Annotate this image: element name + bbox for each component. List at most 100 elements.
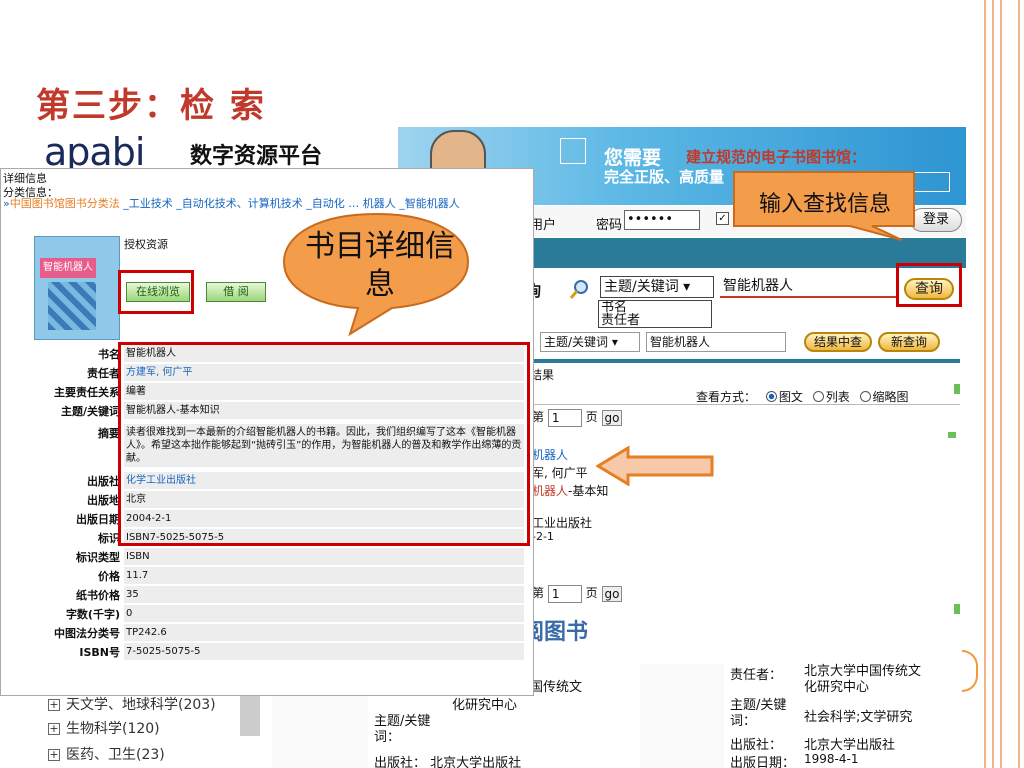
book-cover-pattern: [48, 282, 96, 330]
book1-org: 化研究中心: [452, 698, 518, 713]
callout-book-detail-text: 书目详细信息: [305, 229, 455, 302]
expand-icon[interactable]: +: [48, 749, 60, 761]
dropdown-option[interactable]: 责任者: [601, 314, 711, 327]
platform-name: 数字资源平台: [190, 144, 323, 169]
detail-field-label: 纸书价格: [76, 589, 120, 602]
callout-input-search-text: 输入查找信息: [758, 192, 891, 217]
search-field-select[interactable]: 主题/关键词 ▾: [600, 276, 714, 298]
tree-item[interactable]: + 生物科学(120): [48, 718, 160, 738]
banner-decoration: [560, 138, 586, 164]
result-author: 军, 何广平: [532, 466, 588, 480]
view-radio-list[interactable]: [812, 391, 824, 402]
expand-icon[interactable]: +: [48, 699, 60, 711]
book2-publisher-label: 出版社：: [730, 738, 783, 753]
detail-field-row: ISBN号 7-5025-5075-5: [0, 643, 534, 661]
page-number-input[interactable]: 1: [547, 584, 582, 603]
detail-field-value: 7-5025-5075-5: [124, 643, 524, 660]
left-arrow-icon: [596, 446, 714, 486]
book-cover-title: 智能机器人: [40, 258, 96, 278]
slide-side-stripes: [982, 0, 1024, 768]
scroll-marker: [954, 604, 960, 614]
book2-author-label: 责任者：: [730, 668, 783, 683]
detail-field-value: TP242.6: [124, 624, 524, 641]
category-prefix: »: [3, 197, 10, 210]
detail-field-label: 字数(千字): [65, 608, 120, 621]
borrow-button[interactable]: 借 阅: [206, 282, 266, 302]
search-input[interactable]: 智能机器人: [720, 276, 896, 298]
tree-item[interactable]: + 天文学、地球科学(203): [48, 694, 216, 714]
scroll-marker: [954, 384, 960, 394]
detail-field-value: ISBN: [124, 548, 524, 565]
pager-top: 第 1 页 go: [532, 408, 623, 427]
go-button[interactable]: go: [601, 585, 623, 602]
remember-checkbox[interactable]: ✓: [716, 212, 729, 225]
detail-field-label: 责任者: [87, 367, 120, 380]
view-mode-label: 查看方式：: [696, 390, 757, 404]
book2-author: 北京大学中国传统文 化研究中心: [804, 664, 922, 695]
expand-icon[interactable]: +: [48, 723, 60, 735]
detail-field-label: 书名: [98, 348, 120, 361]
category-path-links[interactable]: _工业技术 _自动化技术、计算机技术 _自动化 … 机器人 _智能机器人: [120, 197, 460, 210]
detail-field-value: 11.7: [124, 567, 524, 584]
category-breadcrumb: »中国图书馆图书分类法 _工业技术 _自动化技术、计算机技术 _自动化 … 机器…: [3, 198, 531, 210]
go-button[interactable]: go: [601, 409, 623, 426]
detail-field-value: 35: [124, 586, 524, 603]
book2-date: 1998-4-1: [804, 752, 859, 766]
detail-field-label: 价格: [98, 570, 120, 583]
detail-field-label: 出版社: [87, 475, 120, 488]
sidebar-scrollbar[interactable]: [240, 694, 260, 736]
detail-field-label: 摘要: [98, 427, 120, 440]
password-input[interactable]: ••••••: [624, 210, 700, 230]
book1-org-fragment: 国传统文: [530, 680, 583, 695]
search-field-dropdown[interactable]: 书名 责任者: [598, 300, 712, 328]
page-number-input[interactable]: 1: [547, 408, 582, 427]
category-root-link[interactable]: 中国图书馆图书分类法: [10, 197, 120, 210]
login-button[interactable]: 登录: [910, 208, 962, 232]
book2-keyword-label: 主题/关键 词：: [730, 698, 787, 729]
book-thumbnail[interactable]: [640, 664, 724, 768]
pager-bottom: 第 1 页 go: [532, 584, 623, 603]
tree-item[interactable]: + 医药、卫生(23): [48, 744, 165, 764]
detail-field-label: 中图法分类号: [54, 627, 120, 640]
tree-item-label: 生物科学(120): [66, 721, 160, 737]
view-radio-pictext[interactable]: [765, 391, 777, 402]
online-view-button[interactable]: 在线浏览: [126, 282, 190, 302]
book2-keywords: 社会科学;文学研究: [804, 710, 913, 725]
book2-publisher: 北京大学出版社: [804, 738, 896, 753]
authorized-resource-label: 授权资源: [124, 238, 168, 251]
new-query-button[interactable]: 新查询: [878, 332, 940, 352]
scroll-marker: [948, 432, 956, 438]
detail-field-label: 主题/关键词: [60, 405, 120, 418]
search-icon: [569, 280, 588, 299]
detail-field-label: 标识类型: [76, 551, 120, 564]
password-label: 密码: [596, 218, 623, 233]
view-mode-selector: 查看方式： 图文 列表 缩略图: [696, 388, 909, 405]
pager-suffix: 页: [585, 586, 598, 600]
detail-field-row: 标识类型 ISBN: [0, 548, 534, 566]
detail-field-label: 主要责任关系: [54, 386, 120, 399]
book-thumbnail[interactable]: [272, 694, 368, 768]
view-radio-thumb[interactable]: [859, 391, 871, 402]
detail-field-row: 字数(千字) 0: [0, 605, 534, 623]
refine-input[interactable]: 智能机器人: [646, 332, 786, 352]
refine-field-select[interactable]: 主题/关键词 ▾: [540, 332, 640, 352]
view-option-label: 缩略图: [872, 390, 909, 404]
detail-field-value: 0: [124, 605, 524, 622]
detail-field-label: ISBN号: [79, 646, 120, 659]
search-in-results-button[interactable]: 结果中查: [804, 332, 872, 352]
book2-date-label: 出版日期：: [730, 756, 796, 768]
book1-publisher: 出版社： 北京大学出版社: [374, 756, 522, 768]
banner-subheadline: 建立规范的电子书图书馆：: [686, 148, 867, 166]
result-title-link[interactable]: 机器人: [532, 446, 568, 463]
view-option-label: 图文: [778, 390, 803, 404]
view-option-label: 列表: [825, 390, 850, 404]
search-button[interactable]: 查询: [904, 278, 954, 300]
result-publisher: 工业出版社: [532, 516, 593, 530]
detail-field-label: 出版日期: [76, 513, 120, 526]
detail-field-row: 中图法分类号 TP242.6: [0, 624, 534, 642]
tree-item-label: 医药、卫生(23): [66, 747, 165, 763]
result-date: -2-1: [532, 530, 554, 543]
result-keyword-rest: -基本知: [568, 484, 609, 498]
detail-field-label: 出版地: [87, 494, 120, 507]
detail-field-row: 纸书价格 35: [0, 586, 534, 604]
